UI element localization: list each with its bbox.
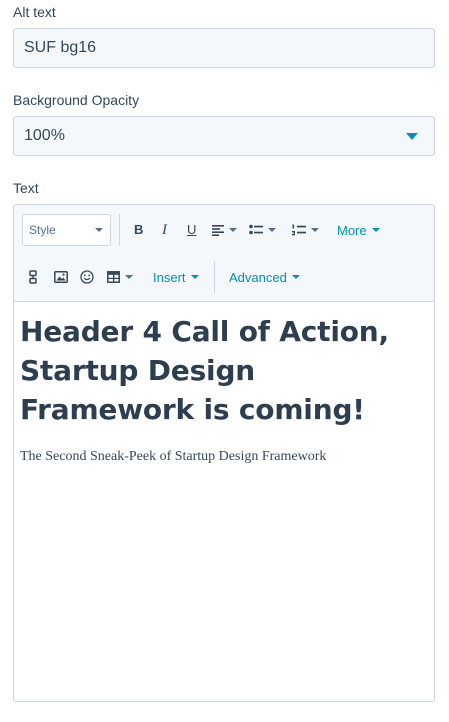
insert-image-button[interactable] — [54, 267, 68, 287]
chevron-down-icon — [291, 275, 300, 279]
underline-button[interactable]: U — [187, 220, 196, 240]
table-icon — [107, 271, 120, 283]
italic-button[interactable]: I — [162, 220, 167, 240]
underline-icon: U — [187, 222, 197, 237]
style-dropdown[interactable]: Style — [22, 214, 111, 246]
background-opacity-value: 100% — [24, 127, 65, 144]
style-dropdown-label: Style — [29, 223, 56, 237]
background-opacity-label: Background Opacity — [13, 92, 140, 108]
background-opacity-select[interactable]: 100% — [13, 116, 435, 156]
chevron-down-icon — [268, 228, 276, 232]
token-icon — [29, 270, 37, 284]
bold-button[interactable]: B — [134, 220, 143, 240]
bold-icon: B — [134, 222, 144, 237]
rich-text-module-panel: Alt text Background Opacity 100% Text St… — [0, 0, 449, 722]
italic-icon: I — [162, 222, 167, 238]
insert-table-dropdown[interactable] — [107, 267, 133, 287]
text-label: Text — [13, 180, 39, 196]
align-dropdown[interactable] — [212, 220, 237, 240]
chevron-down-icon — [311, 228, 319, 232]
advanced-label: Advanced — [229, 269, 287, 285]
chevron-down-icon — [406, 133, 418, 140]
more-label: More — [337, 222, 367, 238]
alt-text-label: Alt text — [13, 4, 56, 20]
insert-label: Insert — [153, 269, 186, 285]
insert-token-button[interactable] — [29, 267, 37, 287]
insert-dropdown[interactable]: Insert — [153, 267, 199, 287]
image-icon — [54, 271, 68, 283]
chevron-down-icon — [95, 228, 103, 232]
editor-toolbar: Style B I U More Insert Advanced — [14, 205, 434, 302]
content-heading[interactable]: Header 4 Call of Action, Startup Design … — [20, 312, 428, 429]
numbered-list-icon — [292, 224, 306, 236]
chevron-down-icon — [125, 275, 133, 279]
chevron-down-icon — [190, 275, 199, 279]
toolbar-divider — [119, 214, 120, 246]
content-paragraph[interactable]: The Second Sneak-Peek of Startup Design … — [20, 449, 428, 465]
alt-text-input[interactable] — [13, 28, 435, 68]
insert-emoji-button[interactable] — [80, 267, 94, 287]
more-dropdown[interactable]: More — [337, 220, 380, 240]
smiley-icon — [80, 270, 94, 284]
numbered-list-dropdown[interactable] — [292, 220, 319, 240]
chevron-down-icon — [229, 228, 237, 232]
align-left-icon — [212, 224, 224, 236]
editor-content-area[interactable]: Header 4 Call of Action, Startup Design … — [14, 302, 434, 701]
advanced-dropdown[interactable]: Advanced — [229, 267, 300, 287]
bullet-list-dropdown[interactable] — [249, 220, 276, 240]
bullet-list-icon — [249, 224, 263, 236]
chevron-down-icon — [371, 228, 380, 232]
rich-text-editor: Style B I U More Insert Advanced Header … — [13, 204, 435, 702]
toolbar-divider — [214, 261, 215, 293]
